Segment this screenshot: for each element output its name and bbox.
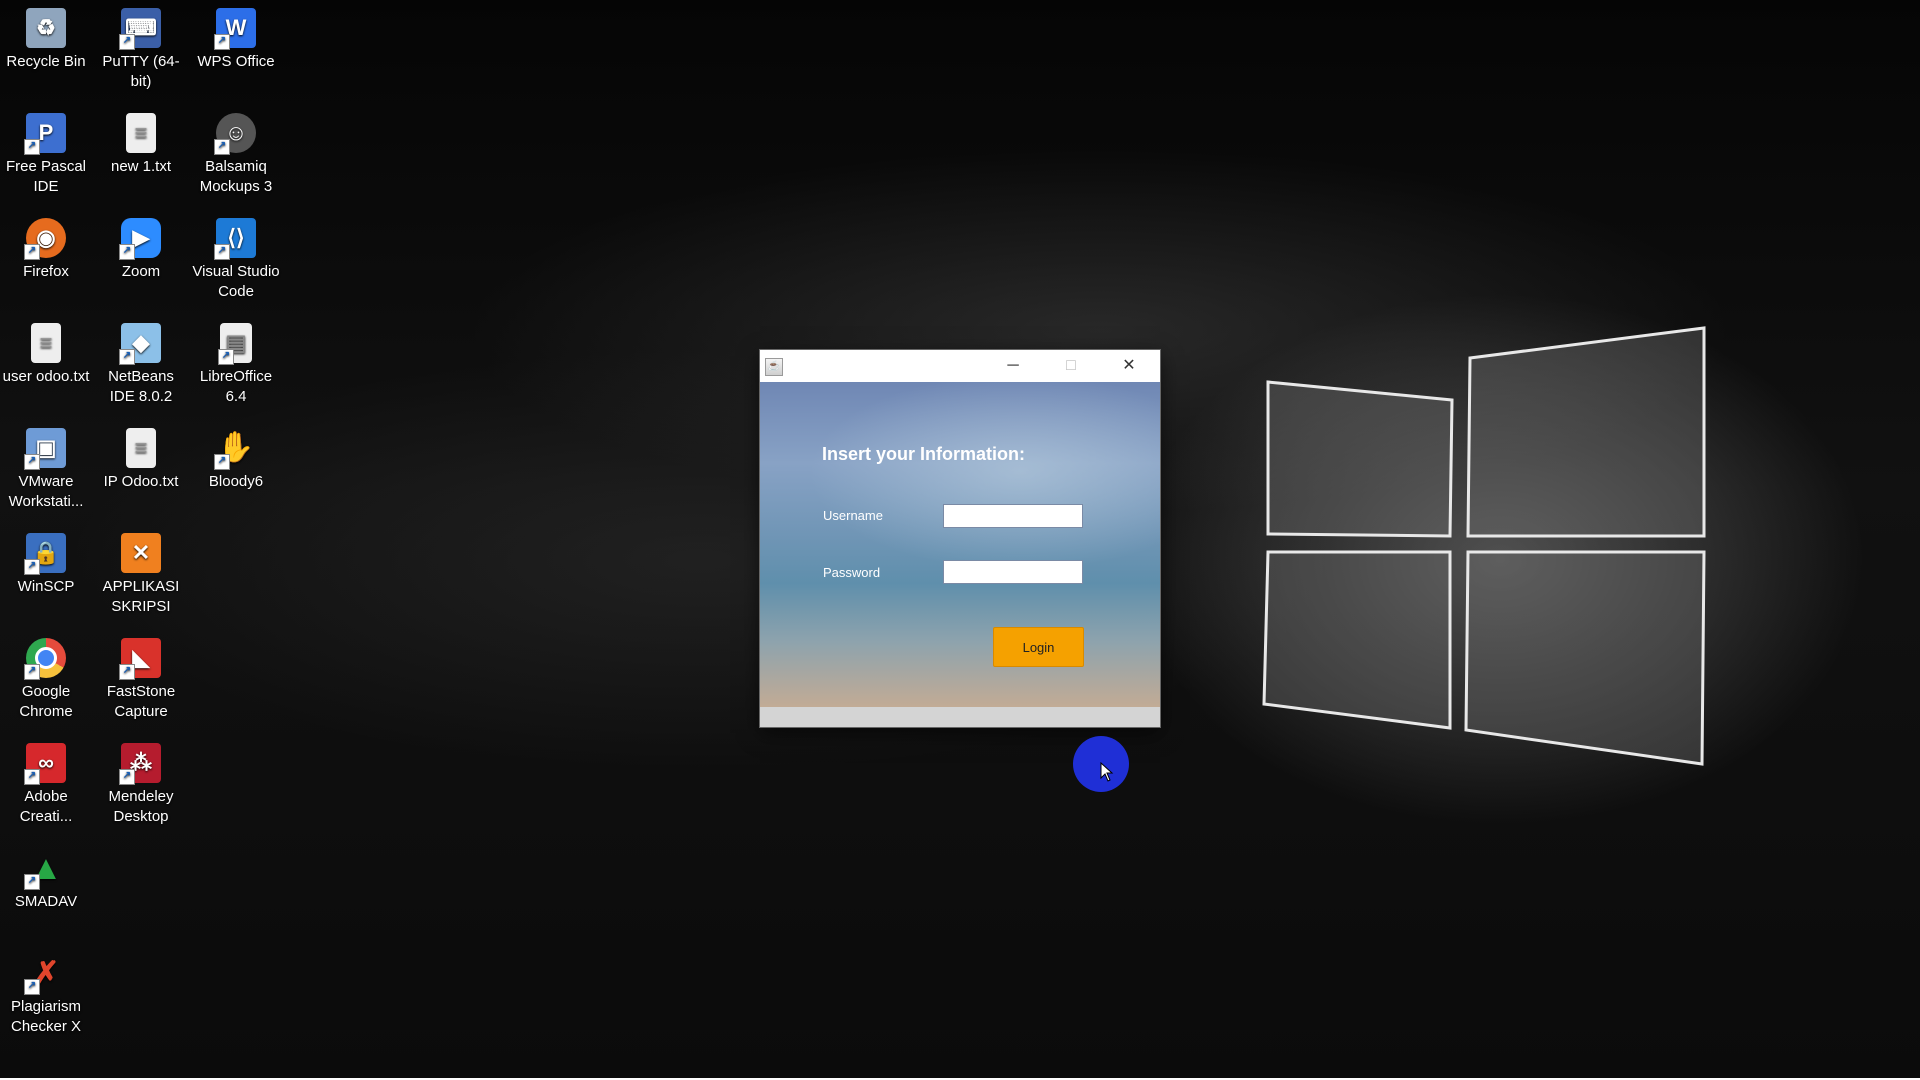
desktop-icon-recycle-bin[interactable]: ♻ Recycle Bin (0, 0, 92, 72)
vmware-icon: ▣ ↗ (24, 428, 66, 470)
netbeans-icon: ◆ ↗ (119, 323, 161, 365)
zoom-icon: ▶ ↗ (119, 218, 161, 260)
faststone-icon: ◣ ↗ (119, 638, 161, 680)
libreoffice-icon: ▤ ↗ (218, 323, 252, 365)
text-file-icon: ≡ (126, 113, 156, 153)
mendeley-icon: ⁂ ↗ (119, 743, 161, 785)
desktop-icon-mendeley[interactable]: ⁂ ↗ Mendeley Desktop (95, 735, 187, 827)
login-form-panel (760, 382, 1160, 707)
window-bottom-strip (760, 707, 1160, 727)
plagiarism-checker-icon: ✗ ↗ (24, 953, 66, 995)
desktop-icon-bloody6[interactable]: ✋ ↗ Bloody6 (190, 420, 282, 492)
desktop-icon-smadav[interactable]: ▲ ↗ SMADAV (0, 840, 92, 912)
desktop-icon-faststone[interactable]: ◣ ↗ FastStone Capture (95, 630, 187, 722)
adobe-cc-icon: ∞ ↗ (24, 743, 66, 785)
password-input[interactable] (943, 560, 1083, 584)
window-title-bar[interactable]: ☕ ─ □ ✕ (760, 350, 1160, 382)
desktop-icon-firefox[interactable]: ◉ ↗ Firefox (0, 210, 92, 282)
minimize-button[interactable]: ─ (984, 350, 1042, 382)
login-window[interactable]: ☕ ─ □ ✕ (760, 350, 1160, 727)
desktop-icon-balsamiq[interactable]: ☺ ↗ Balsamiq Mockups 3 (190, 105, 282, 197)
mouse-pointer-icon (1100, 762, 1114, 782)
desktop-icon-plagiarism-checker[interactable]: ✗ ↗ Plagiarism Checker X (0, 945, 92, 1037)
desktop-icon-free-pascal[interactable]: P ↗ Free Pascal IDE (0, 105, 92, 197)
desktop-icon-winscp[interactable]: 🔒 ↗ WinSCP (0, 525, 92, 597)
wps-office-icon: W ↗ (214, 8, 256, 50)
java-app-icon: ☕ (765, 358, 783, 376)
balsamiq-icon: ☺ ↗ (214, 113, 256, 155)
login-button[interactable]: Login (993, 627, 1084, 667)
desktop-icon-wps-office[interactable]: W ↗ WPS Office (190, 0, 282, 72)
maximize-button[interactable]: □ (1042, 350, 1100, 382)
desktop-icon-adobe-cc[interactable]: ∞ ↗ Adobe Creati... (0, 735, 92, 827)
text-file-icon: ≡ (126, 428, 156, 468)
desktop-icon-netbeans[interactable]: ◆ ↗ NetBeans IDE 8.0.2 (95, 315, 187, 407)
desktop-icon-libreoffice[interactable]: ▤ ↗ LibreOffice 6.4 (190, 315, 282, 407)
desktop-icon-new-txt[interactable]: ≡ new 1.txt (95, 105, 187, 177)
putty-icon: ⌨ ↗ (119, 8, 161, 50)
text-file-icon: ≡ (31, 323, 61, 363)
xampp-icon: ✕ (121, 533, 161, 573)
desktop-icon-zoom[interactable]: ▶ ↗ Zoom (95, 210, 187, 282)
firefox-icon: ◉ ↗ (24, 218, 66, 260)
desktop-icon-vmware[interactable]: ▣ ↗ VMware Workstati... (0, 420, 92, 512)
desktop-icon-vscode[interactable]: ⟨⟩ ↗ Visual Studio Code (190, 210, 282, 302)
desktop-icon-putty[interactable]: ⌨ ↗ PuTTY (64-bit) (95, 0, 187, 92)
free-pascal-icon: P ↗ (24, 113, 66, 155)
vscode-icon: ⟨⟩ ↗ (214, 218, 256, 260)
password-label: Password (823, 565, 881, 580)
desktop-icon-user-odoo-txt[interactable]: ≡ user odoo.txt (0, 315, 92, 387)
username-label: Username (823, 508, 883, 523)
smadav-icon: ▲ ↗ (24, 848, 66, 890)
recycle-bin-icon: ♻ (26, 8, 66, 48)
username-input[interactable] (943, 504, 1083, 528)
winscp-icon: 🔒 ↗ (24, 533, 66, 575)
desktop-icon-applikasi-skripsi[interactable]: ✕ APPLIKASI SKRIPSI (95, 525, 187, 617)
login-button-label: Login (1022, 639, 1055, 655)
bloody-icon: ✋ ↗ (214, 428, 256, 470)
close-button[interactable]: ✕ (1100, 350, 1158, 382)
desktop-icon-google-chrome[interactable]: ↗ Google Chrome (0, 630, 92, 722)
form-heading: Insert your Information: (822, 444, 1026, 464)
chrome-icon: ↗ (24, 638, 66, 680)
desktop-icon-ip-odoo-txt[interactable]: ≡ IP Odoo.txt (95, 420, 187, 492)
